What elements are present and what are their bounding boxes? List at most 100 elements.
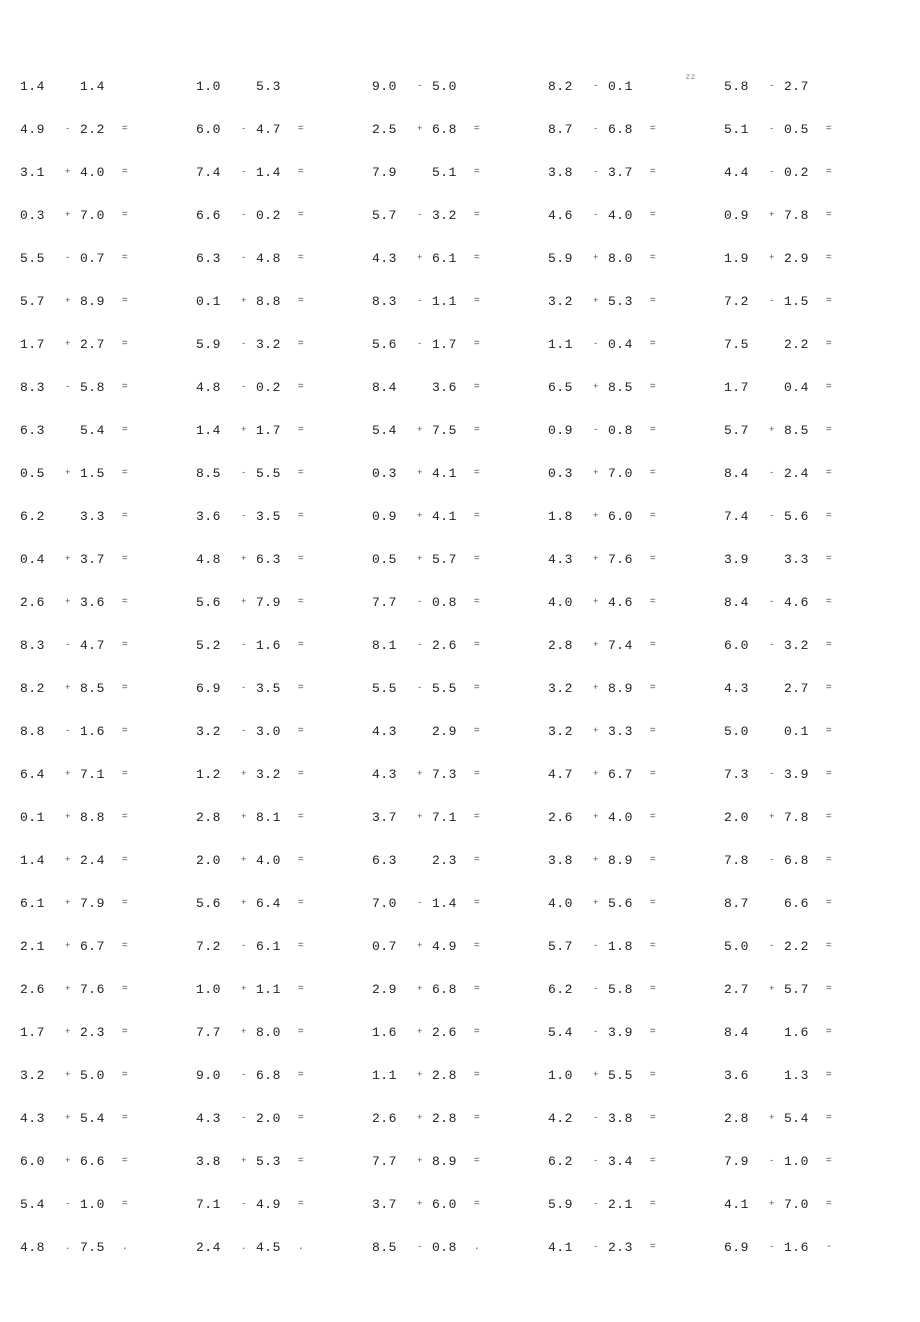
- problem-cell: 3.2+5.0=: [20, 1068, 196, 1083]
- problem-row: 2.6+3.6=5.6+7.9=7.7-0.8=4.0+4.6=8.4-4.6=: [20, 594, 900, 610]
- equals-sign: =: [820, 253, 838, 264]
- operand-b: 2.4: [80, 853, 116, 868]
- operand-a: 8.5: [196, 466, 232, 481]
- operator: -: [760, 769, 784, 779]
- operator: +: [408, 1027, 432, 1037]
- problem-cell: 4.7+6.7=: [548, 767, 724, 782]
- equals-sign: =: [820, 511, 838, 522]
- operand-b: 1.4: [432, 896, 468, 911]
- operand-a: 1.2: [196, 767, 232, 782]
- operand-b: 5.8: [608, 982, 644, 997]
- operand-b: 2.8: [432, 1068, 468, 1083]
- operator: -: [408, 597, 432, 607]
- operand-a: 5.4: [372, 423, 408, 438]
- problem-cell: 4.2-3.8=: [548, 1111, 724, 1126]
- operand-b: 0.4: [784, 380, 820, 395]
- operand-b: 7.1: [80, 767, 116, 782]
- problem-cell: 0.7+4.9=: [372, 939, 548, 954]
- equals-sign: =: [820, 1070, 838, 1081]
- operator: -: [408, 683, 432, 693]
- equals-sign: =: [116, 210, 134, 221]
- problem-cell: 5.8-2.7: [724, 79, 900, 94]
- operand-b: 7.0: [80, 208, 116, 223]
- problem-cell: 0.5+5.7=: [372, 552, 548, 567]
- operand-b: 8.9: [608, 681, 644, 696]
- operator: +: [56, 769, 80, 779]
- problem-grid: 1.41.41.05.39.0-5.08.2-0.1zz5.8-2.74.9-2…: [20, 78, 900, 1255]
- problem-cell: 0.1+8.8=: [20, 810, 196, 825]
- problem-cell: 7.4-5.6=: [724, 509, 900, 524]
- equals-sign: =: [644, 1199, 662, 1210]
- operand-a: 5.7: [372, 208, 408, 223]
- problem-cell: 5.4+7.5=: [372, 423, 548, 438]
- operator: -: [584, 81, 608, 91]
- operand-a: 7.7: [196, 1025, 232, 1040]
- operand-a: 5.5: [20, 251, 56, 266]
- problem-cell: 5.9-2.1=: [548, 1197, 724, 1212]
- operator: -: [584, 167, 608, 177]
- operator: -: [408, 296, 432, 306]
- problem-cell: 1.0+1.1=: [196, 982, 372, 997]
- operand-a: 8.4: [372, 380, 408, 395]
- problem-cell: 6.1+7.9=: [20, 896, 196, 911]
- operand-b: 7.9: [80, 896, 116, 911]
- operand-b: 3.2: [432, 208, 468, 223]
- operand-b: 1.7: [256, 423, 292, 438]
- problem-row: 6.4+7.1=1.2+3.2=4.3+7.3=4.7+6.7=7.3-3.9=: [20, 766, 900, 782]
- problem-row: 5.4-1.0=7.1-4.9=3.7+6.0=5.9-2.1=4.1+7.0=: [20, 1196, 900, 1212]
- problem-cell: 6.2-5.8=: [548, 982, 724, 997]
- problem-cell: 5.6+7.9=: [196, 595, 372, 610]
- problem-cell: 8.7-6.8=: [548, 122, 724, 137]
- operator: -: [232, 210, 256, 220]
- operand-a: 0.1: [20, 810, 56, 825]
- operator: +: [584, 898, 608, 908]
- problem-row: 6.1+7.9=5.6+6.4=7.0-1.4=4.0+5.6=8.76.6=: [20, 895, 900, 911]
- operand-b: 0.4: [608, 337, 644, 352]
- operand-b: 5.6: [784, 509, 820, 524]
- operand-a: 3.2: [548, 294, 584, 309]
- problem-cell: 4.1-2.3=: [548, 1240, 724, 1255]
- equals-sign: =: [644, 1156, 662, 1167]
- operand-b: 8.5: [80, 681, 116, 696]
- operand-b: 4.9: [256, 1197, 292, 1212]
- operand-a: 7.4: [724, 509, 760, 524]
- operand-b: 2.3: [80, 1025, 116, 1040]
- operand-b: 7.8: [784, 208, 820, 223]
- operand-b: 3.3: [80, 509, 116, 524]
- operator: +: [584, 769, 608, 779]
- operand-b: 1.3: [784, 1068, 820, 1083]
- equals-sign: =: [644, 167, 662, 178]
- problem-cell: 7.9-1.0=: [724, 1154, 900, 1169]
- operator: +: [408, 1070, 432, 1080]
- operand-b: 6.1: [432, 251, 468, 266]
- equals-sign: =: [644, 855, 662, 866]
- equals-sign: =: [292, 511, 310, 522]
- operand-a: 4.6: [548, 208, 584, 223]
- problem-cell: 5.2-1.6=: [196, 638, 372, 653]
- operand-a: 8.3: [20, 638, 56, 653]
- equals-sign: =: [644, 769, 662, 780]
- operand-a: 1.1: [372, 1068, 408, 1083]
- operand-a: 8.4: [724, 1025, 760, 1040]
- equals-sign: =: [116, 253, 134, 264]
- operand-a: 0.5: [372, 552, 408, 567]
- problem-row: 5.7+8.9=0.1+8.8=8.3-1.1=3.2+5.3=7.2-1.5=: [20, 293, 900, 309]
- operand-a: 4.4: [724, 165, 760, 180]
- problem-cell: 2.8+5.4=: [724, 1111, 900, 1126]
- problem-cell: 1.7+2.3=: [20, 1025, 196, 1040]
- operator: -: [760, 468, 784, 478]
- equals-sign: =: [644, 898, 662, 909]
- equals-sign: =: [820, 683, 838, 694]
- operator: +: [232, 1027, 256, 1037]
- operand-b: 3.9: [608, 1025, 644, 1040]
- problem-cell: 1.2+3.2=: [196, 767, 372, 782]
- equals-sign: =: [116, 425, 134, 436]
- operand-a: 2.7: [724, 982, 760, 997]
- problem-cell: 6.23.3=: [20, 509, 196, 524]
- operand-a: 4.8: [196, 380, 232, 395]
- problem-cell: 8.4-2.4=: [724, 466, 900, 481]
- operand-a: 7.4: [196, 165, 232, 180]
- operator: -: [56, 382, 80, 392]
- problem-cell: 5.7+8.9=: [20, 294, 196, 309]
- operand-a: 5.1: [724, 122, 760, 137]
